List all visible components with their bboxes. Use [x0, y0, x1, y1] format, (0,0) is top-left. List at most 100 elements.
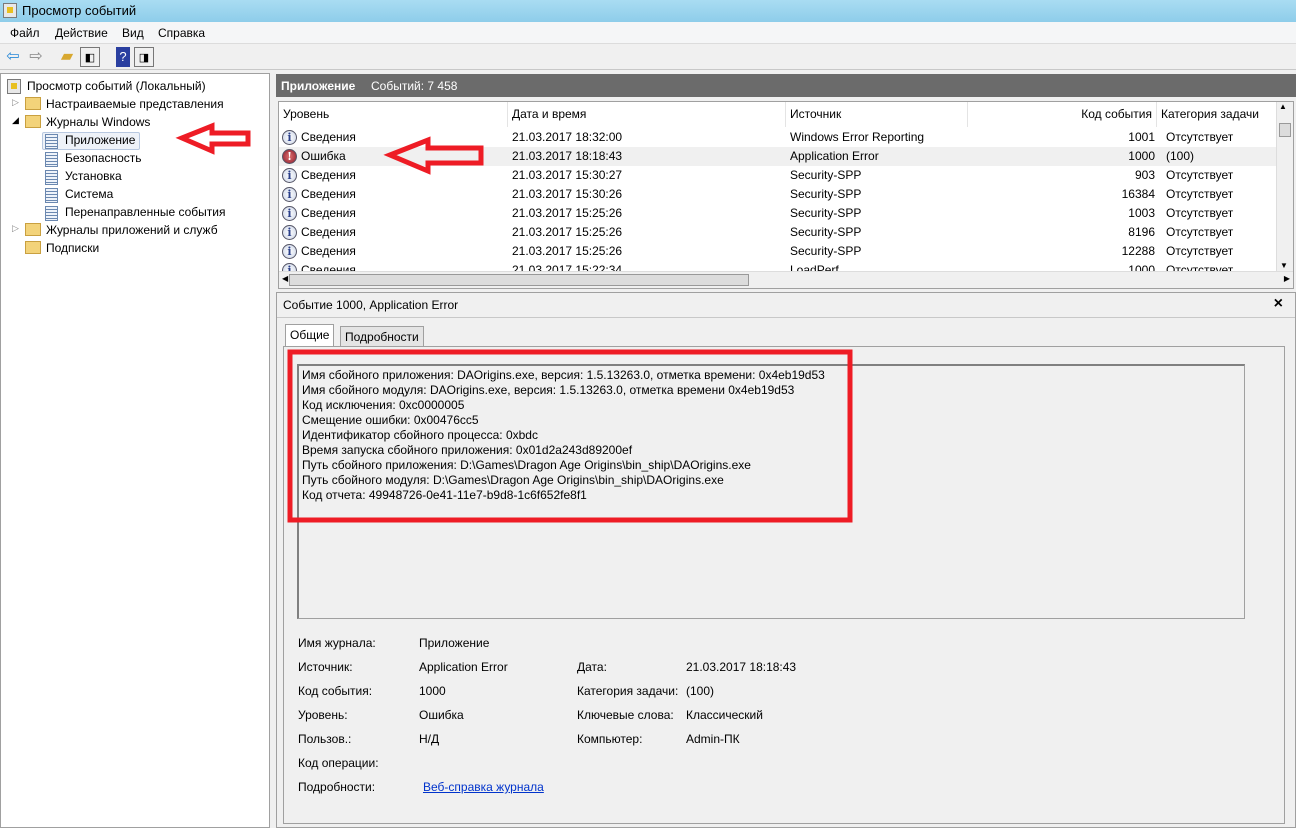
label-task-category: Категория задачи:	[577, 684, 679, 698]
value-log-name: Приложение	[419, 636, 490, 650]
value-keywords: Классический	[686, 708, 763, 722]
label-source: Источник:	[298, 660, 353, 674]
cell-level: Сведения	[301, 187, 356, 201]
table-row[interactable]: i Сведения 21.03.2017 18:32:00 Windows E…	[279, 128, 1277, 147]
log-help-link[interactable]: Веб-справка журнала	[423, 780, 544, 794]
divider	[277, 317, 1295, 318]
navigation-tree: Просмотр событий (Локальный) ▷ Настраива…	[0, 73, 270, 828]
value-task-category: (100)	[686, 684, 715, 698]
events-table: Уровень Дата и время Источник Код событи…	[278, 101, 1294, 289]
info-icon: i	[282, 130, 297, 145]
tree-custom-views[interactable]: Настраиваемые представления	[46, 97, 224, 111]
label-more-info: Подробности:	[298, 780, 376, 794]
scroll-left-icon[interactable]: ◀	[282, 274, 288, 283]
menu-view[interactable]: Вид	[122, 26, 144, 40]
cell-source: Windows Error Reporting	[790, 130, 925, 144]
tree-root[interactable]: Просмотр событий (Локальный)	[27, 79, 206, 93]
col-level[interactable]: Уровень	[279, 102, 508, 127]
tree-log-setup[interactable]: Установка	[65, 169, 122, 183]
table-row[interactable]: ! Ошибка 21.03.2017 18:18:43 Application…	[279, 147, 1277, 166]
description-line: Путь сбойного модуля: D:\Games\Dragon Ag…	[302, 473, 724, 487]
scroll-down-icon[interactable]: ▼	[1280, 261, 1288, 270]
table-row[interactable]: i Сведения 21.03.2017 15:25:26 Security-…	[279, 204, 1277, 223]
info-icon: i	[282, 187, 297, 202]
event-description[interactable]: Имя сбойного приложения: DAOrigins.exe, …	[297, 364, 1245, 619]
menu-action[interactable]: Действие	[55, 26, 108, 40]
back-icon[interactable]: ⇦	[3, 47, 23, 67]
expand-icon[interactable]: ▷	[12, 97, 19, 108]
col-source[interactable]: Источник	[786, 102, 968, 127]
folder-windows-icon	[25, 115, 41, 128]
tree-log-system[interactable]: Система	[65, 187, 113, 201]
description-line: Код отчета: 49948726-0e41-11e7-b9d8-1c6f…	[302, 488, 587, 502]
tree-app-logs[interactable]: Журналы приложений и служб	[46, 223, 218, 237]
table-row[interactable]: i Сведения 21.03.2017 15:25:26 Security-…	[279, 223, 1277, 242]
collapse-icon[interactable]: ◢	[12, 115, 19, 126]
cell-task-category: Отсутствует	[1166, 225, 1234, 239]
tree-log-security[interactable]: Безопасность	[65, 151, 142, 165]
info-icon: i	[282, 225, 297, 240]
label-opcode: Код операции:	[298, 756, 379, 770]
description-line: Имя сбойного приложения: DAOrigins.exe, …	[302, 368, 825, 382]
cell-date: 21.03.2017 15:30:26	[512, 187, 623, 201]
tree-windows-logs[interactable]: Журналы Windows	[46, 115, 150, 129]
value-date: 21.03.2017 18:18:43	[686, 660, 797, 674]
cell-event-id: 1003	[1128, 206, 1155, 220]
open-folder-icon[interactable]: ▰	[57, 47, 77, 67]
help-icon[interactable]: ?	[116, 47, 130, 67]
menu-file[interactable]: Файл	[10, 26, 40, 40]
subscriptions-icon	[25, 241, 41, 254]
tree-log-application[interactable]: Приложение	[65, 133, 135, 147]
value-computer: Admin-ПК	[686, 732, 740, 746]
cell-event-id: 1001	[1128, 130, 1155, 144]
show-actions-icon[interactable]: ◨	[134, 47, 154, 67]
label-date: Дата:	[577, 660, 607, 674]
error-icon: !	[282, 149, 297, 164]
event-count: Событий: 7 458	[371, 79, 458, 93]
cell-level: Сведения	[301, 225, 356, 239]
scroll-right-icon[interactable]: ▶	[1284, 274, 1290, 283]
col-event-id[interactable]: Код события	[968, 102, 1157, 127]
cell-date: 21.03.2017 15:30:27	[512, 168, 623, 182]
scroll-thumb[interactable]	[1279, 123, 1291, 137]
vertical-scrollbar[interactable]: ▲ ▼	[1276, 102, 1293, 272]
tree-log-forwarded[interactable]: Перенаправленные события	[65, 205, 225, 219]
detail-title: Событие 1000, Application Error	[283, 298, 459, 312]
value-level: Ошибка	[419, 708, 464, 722]
col-task-category[interactable]: Категория задачи	[1157, 102, 1277, 127]
menu-help[interactable]: Справка	[158, 26, 205, 40]
forward-icon[interactable]: ⇨	[26, 47, 46, 67]
main-pane: Приложение Событий: 7 458 Уровень Дата и…	[276, 73, 1296, 828]
info-icon: i	[282, 206, 297, 221]
table-row[interactable]: i Сведения 21.03.2017 15:30:27 Security-…	[279, 166, 1277, 185]
col-date[interactable]: Дата и время	[508, 102, 786, 127]
log-icon	[45, 152, 58, 167]
cell-source: Security-SPP	[790, 187, 862, 201]
label-level: Уровень:	[298, 708, 348, 722]
cell-level: Сведения	[301, 168, 356, 182]
description-line: Имя сбойного модуля: DAOrigins.exe, верс…	[302, 383, 795, 397]
tab-details[interactable]: Подробности	[340, 326, 424, 347]
cell-task-category: Отсутствует	[1166, 168, 1234, 182]
event-viewer-icon	[3, 3, 17, 18]
tree-subscriptions[interactable]: Подписки	[46, 241, 99, 255]
scroll-up-icon[interactable]: ▲	[1279, 102, 1287, 111]
horizontal-scrollbar[interactable]: ◀ ▶	[279, 271, 1293, 288]
table-row[interactable]: i Сведения 21.03.2017 15:25:26 Security-…	[279, 242, 1277, 261]
folder-filter-icon	[25, 97, 41, 110]
hscroll-thumb[interactable]	[289, 274, 749, 286]
tab-general[interactable]: Общие	[285, 324, 335, 347]
expand-icon[interactable]: ▷	[12, 223, 19, 234]
value-event-id: 1000	[419, 684, 446, 698]
cell-source: Security-SPP	[790, 206, 862, 220]
table-row[interactable]: i Сведения 21.03.2017 15:30:26 Security-…	[279, 185, 1277, 204]
close-icon[interactable]: ×	[1274, 295, 1283, 313]
cell-task-category: Отсутствует	[1166, 130, 1234, 144]
description-line: Код исключения: 0xc0000005	[302, 398, 465, 412]
cell-level: Ошибка	[301, 149, 346, 163]
info-icon: i	[282, 168, 297, 183]
show-tree-icon[interactable]: ◧	[80, 47, 100, 67]
cell-source: Security-SPP	[790, 168, 862, 182]
cell-event-id: 903	[1134, 168, 1155, 182]
cell-task-category: Отсутствует	[1166, 244, 1234, 258]
